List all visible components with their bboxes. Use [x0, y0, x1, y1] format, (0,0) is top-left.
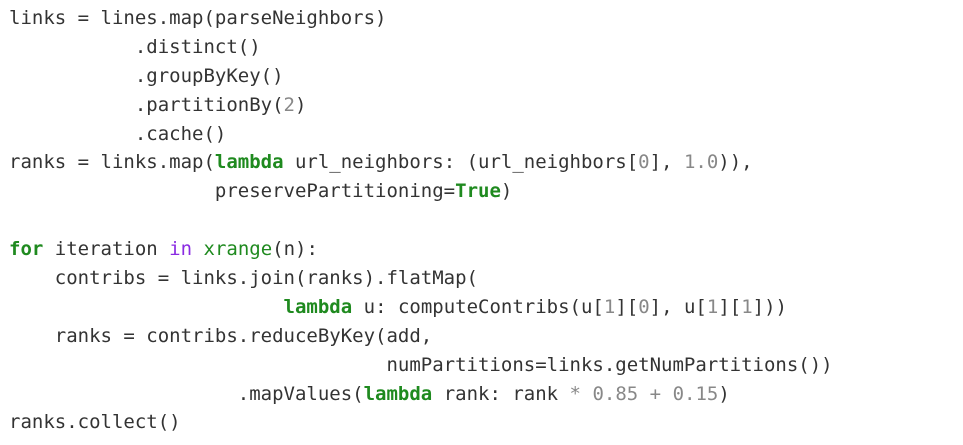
code-line-14: .mapValues(lambda rank: rank * 0.85 + 0.…	[9, 380, 833, 409]
number-literal: 1	[741, 295, 753, 318]
code-line-1: links = lines.map(parseNeighbors)	[9, 4, 833, 33]
number-literal: 0	[638, 151, 650, 174]
code-text: (n):	[272, 238, 318, 261]
code-text: rank: rank	[432, 382, 570, 405]
code-line-12: ranks = contribs.reduceByKey(add,	[9, 322, 833, 351]
code-text: contribs = links.join(ranks).flatMap(	[9, 267, 478, 290]
code-line-9: for iteration in xrange(n):	[9, 235, 833, 264]
code-text: .mapValues(	[9, 382, 364, 405]
code-text: )),	[718, 151, 753, 174]
code-text: ],	[649, 151, 684, 174]
operator: +	[649, 382, 662, 405]
keyword-lambda: lambda	[283, 295, 353, 318]
keyword-for: for	[9, 238, 44, 261]
code-line-5: .cache()	[9, 120, 833, 149]
code-text: )	[500, 180, 513, 203]
keyword-in: in	[169, 238, 193, 261]
code-block: links = lines.map(parseNeighbors) .disti…	[9, 4, 833, 437]
keyword-lambda: lambda	[363, 382, 433, 405]
number-literal: 1.0	[683, 151, 719, 174]
code-text: .cache()	[9, 122, 227, 145]
code-text: ranks = contribs.reduceByKey(add,	[9, 324, 433, 347]
number-literal: 1	[603, 295, 616, 318]
code-text: ranks = links.map(	[9, 151, 215, 174]
code-line-2: .distinct()	[9, 33, 833, 62]
code-line-15: ranks.collect()	[9, 408, 833, 437]
number-literal: 0.15	[672, 382, 719, 405]
code-line-7: preservePartitioning=True)	[9, 177, 833, 206]
code-line-3: .groupByKey()	[9, 62, 833, 91]
code-line-11: lambda u: computeContribs(u[1][0], u[1][…	[9, 293, 833, 322]
code-text: ranks.collect()	[9, 411, 181, 434]
code-text: )	[295, 93, 307, 116]
code-text: u: computeContribs(u[	[352, 295, 604, 318]
operator: *	[569, 382, 581, 405]
code-line-13: numPartitions=links.getNumPartitions())	[9, 351, 833, 380]
builtin-xrange: xrange	[203, 238, 273, 261]
code-text: .distinct()	[9, 35, 261, 58]
code-line-6: ranks = links.map(lambda url_neighbors: …	[9, 148, 833, 177]
code-text: ], u[	[649, 295, 707, 318]
code-text: .groupByKey()	[9, 64, 284, 87]
code-text: url_neighbors: (url_neighbors[	[283, 151, 639, 174]
code-text: )	[718, 382, 730, 405]
code-text: ]))	[752, 295, 787, 318]
code-text: .partitionBy(	[9, 93, 284, 116]
code-line-10: contribs = links.join(ranks).flatMap(	[9, 264, 833, 293]
code-text: preservePartitioning=	[9, 180, 456, 203]
number-literal: 0	[638, 295, 650, 318]
code-line-4: .partitionBy(2)	[9, 91, 833, 120]
code-text: iteration	[43, 238, 170, 261]
number-literal: 1	[706, 295, 719, 318]
keyword-true: True	[455, 180, 501, 203]
code-text: numPartitions=links.getNumPartitions())	[9, 353, 833, 376]
number-literal: 0.85	[592, 382, 639, 405]
code-text: ][	[615, 295, 639, 318]
code-text: ][	[718, 295, 742, 318]
keyword-lambda: lambda	[214, 151, 284, 174]
number-literal: 2	[283, 93, 295, 116]
code-text: links = lines.map(parseNeighbors)	[9, 7, 387, 29]
